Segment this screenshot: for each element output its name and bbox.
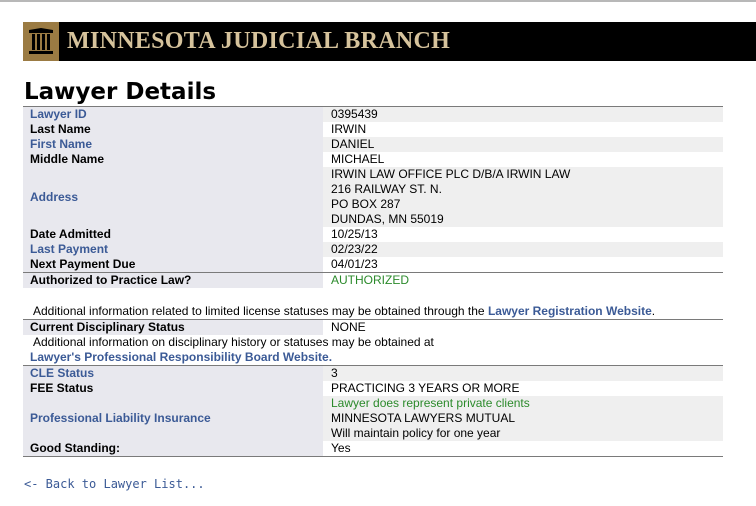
spacer-cell: [23, 288, 323, 304]
cle-status-value: 3: [323, 366, 723, 381]
authorized-row: Authorized to Practice Law? AUTHORIZED: [23, 273, 723, 288]
disciplinary-note: Additional information on disciplinary h…: [23, 335, 723, 350]
date-admitted-row: Date Admitted 10/25/13: [23, 227, 723, 242]
good-standing-row: Good Standing: Yes: [23, 441, 723, 457]
spacer-cell: [323, 288, 723, 304]
last-payment-value: 02/23/22: [323, 242, 723, 257]
next-payment-value: 04/01/23: [331, 257, 378, 271]
last-name-label: Last Name: [23, 122, 323, 137]
disciplinary-value: NONE: [331, 320, 366, 334]
lawyer-id-row: Lawyer ID 0395439: [23, 107, 723, 122]
site-banner: MINNESOTA JUDICIAL BRANCH: [23, 22, 756, 61]
first-name-value: DANIEL: [323, 137, 723, 152]
lawyer-id-value: 0395439: [323, 107, 723, 122]
fee-status-label: FEE Status: [23, 381, 323, 396]
date-admitted-label: Date Admitted: [23, 227, 323, 242]
last-name-row: Last Name IRWIN: [23, 122, 723, 137]
license-note-text: Additional information related to limite…: [33, 304, 488, 318]
middle-name-value: MICHAEL: [331, 152, 385, 166]
address-line-3: PO BOX 287: [331, 197, 401, 211]
first-name-label: First Name: [23, 137, 323, 152]
good-standing-label: Good Standing:: [23, 441, 323, 456]
license-note-suffix: .: [651, 304, 656, 318]
disciplinary-row: Current Disciplinary Status NONE: [23, 320, 723, 335]
cle-status-row: CLE Status 3: [23, 366, 723, 381]
disciplinary-note-suffix: .: [328, 350, 333, 364]
lawyer-id-label: Lawyer ID: [23, 107, 323, 122]
date-admitted-value: 10/25/13: [331, 227, 378, 241]
authorized-label: Authorized to Practice Law?: [23, 273, 323, 288]
address-row: Address IRWIN LAW OFFICE PLC D/B/A IRWIN…: [23, 167, 723, 227]
middle-name-label: Middle Name: [23, 152, 323, 167]
address-line-2: 216 RAILWAY ST. N.: [331, 182, 442, 196]
last-payment-label: Last Payment: [23, 242, 323, 257]
insurance-value: Lawyer does represent private clients MI…: [323, 396, 723, 441]
cle-status-label: CLE Status: [23, 366, 323, 381]
fee-status-row: FEE Status PRACTICING 3 YEARS OR MORE: [23, 381, 723, 396]
first-name-row: First Name DANIEL: [23, 137, 723, 152]
disciplinary-label: Current Disciplinary Status: [23, 320, 323, 335]
insurance-represents: Lawyer does represent private clients: [331, 396, 530, 410]
insurance-policy: Will maintain policy for one year: [331, 426, 501, 440]
banner-title: MINNESOTA JUDICIAL BRANCH: [67, 28, 451, 54]
authorized-status: AUTHORIZED: [331, 273, 409, 287]
lawyer-details-table: Lawyer ID 0395439 Last Name IRWIN First …: [23, 106, 723, 457]
page-title: Lawyer Details: [24, 79, 217, 105]
address-line-4: DUNDAS, MN 55019: [331, 212, 444, 226]
fee-status-value: PRACTICING 3 YEARS OR MORE: [331, 381, 520, 395]
disciplinary-note-text: Additional information on disciplinary h…: [33, 335, 434, 349]
license-note: Additional information related to limite…: [23, 304, 723, 319]
address-line-1: IRWIN LAW OFFICE PLC D/B/A IRWIN LAW: [331, 167, 571, 181]
last-payment-row: Last Payment 02/23/22: [23, 242, 723, 257]
professional-responsibility-board-link[interactable]: Lawyer's Professional Responsibility Boa…: [23, 350, 329, 364]
insurance-row: Professional Liability Insurance Lawyer …: [23, 396, 723, 441]
courthouse-columns-icon: [23, 22, 59, 61]
next-payment-label: Next Payment Due: [23, 257, 323, 272]
next-payment-row: Next Payment Due 04/01/23: [23, 257, 723, 272]
good-standing-value: Yes: [331, 441, 351, 455]
disciplinary-link-row: Lawyer's Professional Responsibility Boa…: [23, 350, 723, 365]
middle-name-row: Middle Name MICHAEL: [23, 152, 723, 167]
top-border-line: [0, 0, 756, 2]
address-label: Address: [23, 167, 323, 227]
lawyer-registration-link[interactable]: Lawyer Registration Website: [488, 304, 652, 318]
spacer-row: [23, 288, 723, 304]
back-to-lawyer-list-link[interactable]: <- Back to Lawyer List...: [24, 477, 205, 491]
insurance-label: Professional Liability Insurance: [23, 396, 323, 441]
insurance-carrier: MINNESOTA LAWYERS MUTUAL: [331, 411, 516, 425]
last-name-value: IRWIN: [331, 122, 367, 136]
address-value: IRWIN LAW OFFICE PLC D/B/A IRWIN LAW 216…: [323, 167, 723, 227]
